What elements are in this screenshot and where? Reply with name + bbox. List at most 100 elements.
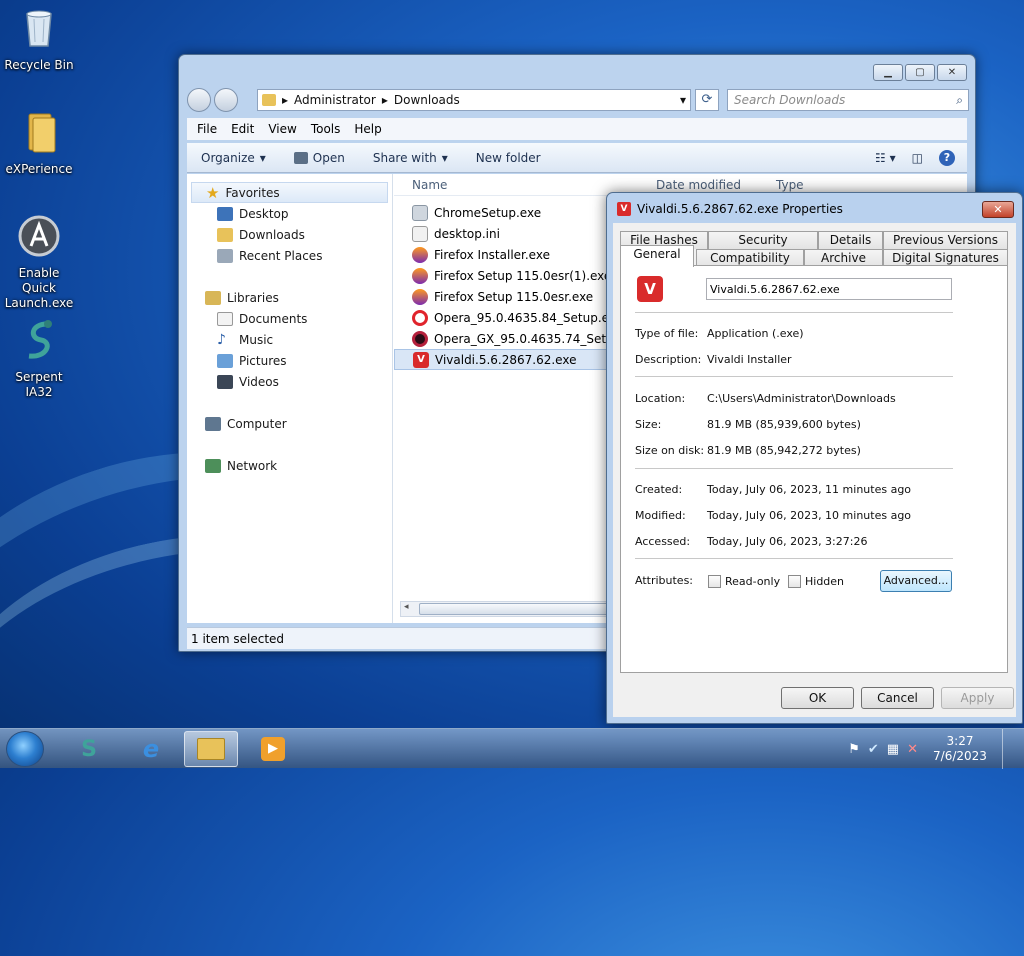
tab-details[interactable]: Details xyxy=(818,231,883,249)
chevron-down-icon[interactable]: ▾ xyxy=(680,93,686,107)
search-icon[interactable]: ⌕ xyxy=(956,90,963,110)
nav-item-desktop[interactable]: Desktop xyxy=(187,203,392,224)
clock-date: 7/6/2023 xyxy=(933,749,987,763)
menu-edit[interactable]: Edit xyxy=(231,122,254,136)
security-icon[interactable]: ✔ xyxy=(868,742,879,757)
help-icon[interactable]: ? xyxy=(939,149,955,166)
tab-security[interactable]: Security xyxy=(708,231,818,249)
recent-places-icon xyxy=(217,248,233,263)
folder-icon xyxy=(262,94,276,106)
general-tab-page: V Type of file: Application (.exe) Descr… xyxy=(620,265,1008,673)
clock[interactable]: 3:27 7/6/2023 xyxy=(926,734,994,764)
vivaldi-app-icon: V xyxy=(637,276,663,302)
breadcrumb-administrator[interactable]: Administrator xyxy=(294,93,376,107)
menu-file[interactable]: File xyxy=(197,122,217,136)
created-value: Today, July 06, 2023, 11 minutes ago xyxy=(707,483,912,496)
nav-favorites[interactable]: ★ Favorites xyxy=(191,182,388,203)
close-button[interactable]: ✕ xyxy=(937,64,967,81)
hidden-label[interactable]: Hidden xyxy=(805,575,844,588)
open-button[interactable]: Open xyxy=(280,151,359,165)
folder-icon xyxy=(197,738,225,760)
nav-item-pictures[interactable]: Pictures xyxy=(187,350,392,371)
cancel-button[interactable]: Cancel xyxy=(861,687,934,709)
readonly-label[interactable]: Read-only xyxy=(725,575,780,588)
music-icon: ♪ xyxy=(217,331,226,348)
action-center-icon[interactable]: ⚑ xyxy=(848,742,860,757)
location-value: C:\Users\Administrator\Downloads xyxy=(707,392,896,405)
separator xyxy=(635,558,953,559)
desktop-icon xyxy=(217,206,233,221)
nav-item-downloads[interactable]: Downloads xyxy=(187,224,392,245)
search-input[interactable]: Search Downloads ⌕ xyxy=(727,89,969,111)
type-label: Type of file: xyxy=(635,327,699,340)
desktop-icon-serpent[interactable]: Serpent IA32 xyxy=(0,318,78,400)
window-controls: ▁ ▢ ✕ xyxy=(873,64,967,81)
videos-icon xyxy=(217,374,233,389)
status-text: 1 item selected xyxy=(191,632,285,646)
scroll-left-icon[interactable]: ◂ xyxy=(404,602,409,612)
forward-button[interactable] xyxy=(214,88,238,112)
taskbar-media-player[interactable]: ▶ xyxy=(246,731,300,767)
filename-field[interactable] xyxy=(706,278,952,300)
chevron-down-icon: ▾ xyxy=(441,150,448,165)
column-type[interactable]: Type xyxy=(776,178,804,192)
chevron-right-icon: ▸ xyxy=(282,93,289,107)
size-on-disk-label: Size on disk: xyxy=(635,444,705,457)
nav-item-videos[interactable]: Videos xyxy=(187,371,392,392)
star-icon: ★ xyxy=(206,183,220,202)
taskbar-serpent[interactable]: S xyxy=(62,731,116,767)
address-bar[interactable]: ▸ Administrator ▸ Downloads ▾ xyxy=(257,89,691,111)
libraries-icon xyxy=(205,290,221,305)
menu-view[interactable]: View xyxy=(268,122,296,136)
created-label: Created: xyxy=(635,483,683,496)
column-date-modified[interactable]: Date modified xyxy=(656,178,776,192)
volume-muted-icon[interactable]: ✕ xyxy=(907,742,918,757)
column-name[interactable]: Name xyxy=(394,178,656,192)
ok-button[interactable]: OK xyxy=(781,687,854,709)
separator xyxy=(635,312,953,313)
tab-previous-versions[interactable]: Previous Versions xyxy=(883,231,1008,249)
new-folder-button[interactable]: New folder xyxy=(462,151,555,165)
hidden-checkbox[interactable] xyxy=(788,575,801,588)
advanced-button[interactable]: Advanced... xyxy=(880,570,952,592)
menu-tools[interactable]: Tools xyxy=(311,122,341,136)
nav-libraries[interactable]: Libraries xyxy=(187,287,392,308)
nav-computer[interactable]: Computer xyxy=(187,413,392,434)
minimize-button[interactable]: ▁ xyxy=(873,64,903,81)
view-options-icon[interactable]: ☷ ▾ xyxy=(875,151,896,165)
chevron-down-icon: ▾ xyxy=(259,150,266,165)
desktop-icon-enable-quick-launch[interactable]: Enable Quick Launch.exe xyxy=(0,214,78,311)
desktop-icon-recycle-bin[interactable]: Recycle Bin xyxy=(0,6,78,73)
firefox-icon xyxy=(412,267,428,284)
start-button[interactable] xyxy=(6,731,44,767)
taskbar-internet-explorer[interactable]: e xyxy=(124,731,178,767)
vivaldi-icon: V xyxy=(413,351,429,368)
menu-help[interactable]: Help xyxy=(354,122,381,136)
modified-value: Today, July 06, 2023, 10 minutes ago xyxy=(707,509,912,522)
dialog-body: File Hashes Security Details Previous Ve… xyxy=(613,223,1016,717)
apply-button[interactable]: Apply xyxy=(941,687,1014,709)
breadcrumb-downloads[interactable]: Downloads xyxy=(394,93,460,107)
nav-item-music[interactable]: ♪ Music xyxy=(187,329,392,350)
address-row: ▸ Administrator ▸ Downloads ▾ ⟳ Search D… xyxy=(187,87,969,113)
modified-label: Modified: xyxy=(635,509,686,522)
location-label: Location: xyxy=(635,392,686,405)
network-tray-icon[interactable]: ▦ xyxy=(887,742,899,757)
readonly-checkbox[interactable] xyxy=(708,575,721,588)
recycle-bin-icon xyxy=(26,10,52,47)
organize-button[interactable]: Organize ▾ xyxy=(187,151,280,165)
back-button[interactable] xyxy=(187,88,211,112)
nav-item-documents[interactable]: Documents xyxy=(187,308,392,329)
preview-pane-icon[interactable]: ◫ xyxy=(912,151,923,165)
maximize-button[interactable]: ▢ xyxy=(905,64,935,81)
show-desktop-button[interactable] xyxy=(1002,729,1014,769)
refresh-button[interactable]: ⟳ xyxy=(695,89,719,111)
tab-general[interactable]: General xyxy=(620,245,694,267)
nav-item-recent-places[interactable]: Recent Places xyxy=(187,245,392,266)
desktop-icon-experience[interactable]: eXPerience xyxy=(0,110,78,177)
share-with-button[interactable]: Share with ▾ xyxy=(359,151,462,165)
size-on-disk-value: 81.9 MB (85,942,272 bytes) xyxy=(707,444,861,457)
close-button[interactable]: ✕ xyxy=(982,201,1014,218)
taskbar-explorer[interactable] xyxy=(184,731,238,767)
nav-network[interactable]: Network xyxy=(187,455,392,476)
